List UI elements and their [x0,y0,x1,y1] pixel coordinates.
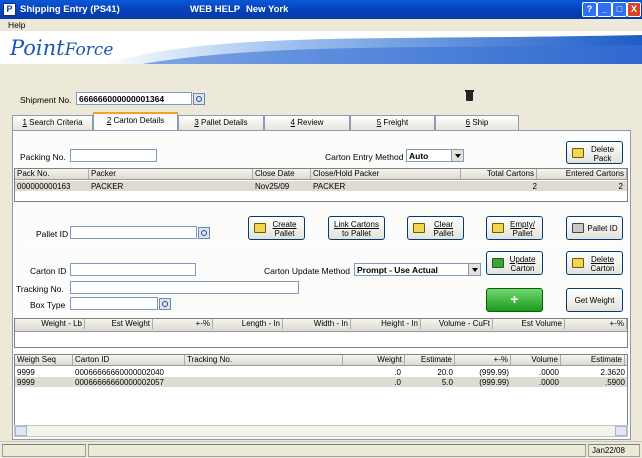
tab-carton-details[interactable]: 2 Carton Details [93,112,178,131]
chevron-down-icon[interactable] [468,264,480,275]
tracking-no-input[interactable] [70,281,299,294]
packing-no-label: Packing No. [20,152,66,162]
window-title: Shipping Entry (PS41) [20,4,120,15]
carton-entry-method-label: Carton Entry Method [325,152,404,162]
seq-grid-header: Weigh Seq Carton ID Tracking No. Weight … [15,355,627,366]
weigh-seq-grid: Weigh Seq Carton ID Tracking No. Weight … [14,354,628,426]
carton-update-method-label: Carton Update Method [264,266,350,276]
pallet-lookup-icon[interactable] [198,227,210,239]
box-type-label: Box Type [30,300,66,310]
help-window-button[interactable]: ? [582,2,597,17]
pallet-id-input[interactable] [70,226,197,239]
tab-freight[interactable]: 5 Freight [350,115,435,130]
delete-pack-button[interactable]: Delete Pack [566,141,623,164]
trash-icon[interactable] [465,90,474,101]
carton-id-label: Carton ID [30,266,67,276]
printer-icon [572,223,584,233]
status-message [88,444,586,457]
shipment-lookup-icon[interactable] [193,93,205,105]
empty-pallet-button[interactable]: Empty/Pallet [486,216,543,240]
tab-ship[interactable]: 6 Ship [435,115,519,130]
box-type-input[interactable] [70,297,158,310]
status-bar: Jan22/08 [0,441,642,458]
folder-icon [572,148,584,158]
clear-pallet-button[interactable]: Clear Pallet [407,216,464,240]
update-icon [492,258,504,268]
title-bar: P Shipping Entry (PS41) WEB HELP New Yor… [0,0,642,19]
scroll-right-icon[interactable] [615,426,627,436]
box-type-lookup-icon[interactable] [159,298,171,310]
link-cartons-button[interactable]: Link Cartons to Pallet [328,216,385,240]
tracking-no-label: Tracking No. [16,284,64,294]
weight-grid: Weight - Lb Est Weight +-% Length - In W… [14,318,628,348]
maximize-button[interactable]: □ [612,2,627,17]
weight-grid-header: Weight - Lb Est Weight +-% Length - In W… [15,319,627,332]
folder-icon [572,258,584,268]
create-pallet-button[interactable]: Create Pallet [248,216,305,240]
folder-icon [254,223,266,233]
status-date: Jan22/08 [588,444,640,457]
horizontal-scrollbar[interactable] [14,425,628,437]
tab-search-criteria[interactable]: 1 Search Criteria [12,115,93,130]
divider [20,246,620,247]
app-icon: P [3,3,16,16]
add-carton-button[interactable]: + [486,288,543,312]
menu-help[interactable]: Help [8,20,25,30]
folder-icon [413,223,425,233]
table-row[interactable]: 9999 00066666660000002057 .0 5.0 (999.99… [15,377,627,387]
carton-id-input[interactable] [70,263,196,276]
get-weight-button[interactable]: Get Weight [566,288,623,312]
tab-review[interactable]: 4 Review [264,115,350,130]
close-button[interactable]: X [627,2,641,17]
table-row[interactable]: 9999 00066666660000002040 .0 20.0 (999.9… [15,367,627,377]
brand-banner: PointForce [0,31,642,64]
banner-wave-graphic [102,35,642,64]
web-help-link[interactable]: WEB HELP [190,4,240,15]
shipment-no-label: Shipment No. [20,95,72,105]
shipment-no-input[interactable]: 666666000000001364 [76,92,192,105]
packing-no-input[interactable] [70,149,157,162]
pack-grid-header: Pack No. Packer Close Date Close/Hold Pa… [15,169,627,180]
pallet-id-label: Pallet ID [36,229,69,239]
scroll-left-icon[interactable] [15,426,27,436]
minimize-button[interactable]: _ [597,2,612,17]
pointforce-logo: PointForce [10,36,114,60]
menu-bar: Help [0,19,642,31]
delete-carton-button[interactable]: Delete Carton [566,251,623,275]
print-pallet-id-button[interactable]: Pallet ID [566,216,623,240]
table-row[interactable]: 000000000163 PACKER Nov25/09 PACKER 2 2 [15,181,627,191]
update-carton-button[interactable]: Update Carton [486,251,543,275]
weight-entry-row[interactable] [15,333,627,347]
carton-entry-method-select[interactable]: Auto [406,149,464,162]
status-cell [2,444,86,457]
chevron-down-icon[interactable] [451,150,463,161]
tab-pallet-details[interactable]: 3 Pallet Details [178,115,264,130]
carton-update-method-select[interactable]: Prompt - Use Actual [354,263,481,276]
folder-icon [492,223,504,233]
pack-grid: Pack No. Packer Close Date Close/Hold Pa… [14,168,628,202]
location-label: New York [246,4,289,15]
